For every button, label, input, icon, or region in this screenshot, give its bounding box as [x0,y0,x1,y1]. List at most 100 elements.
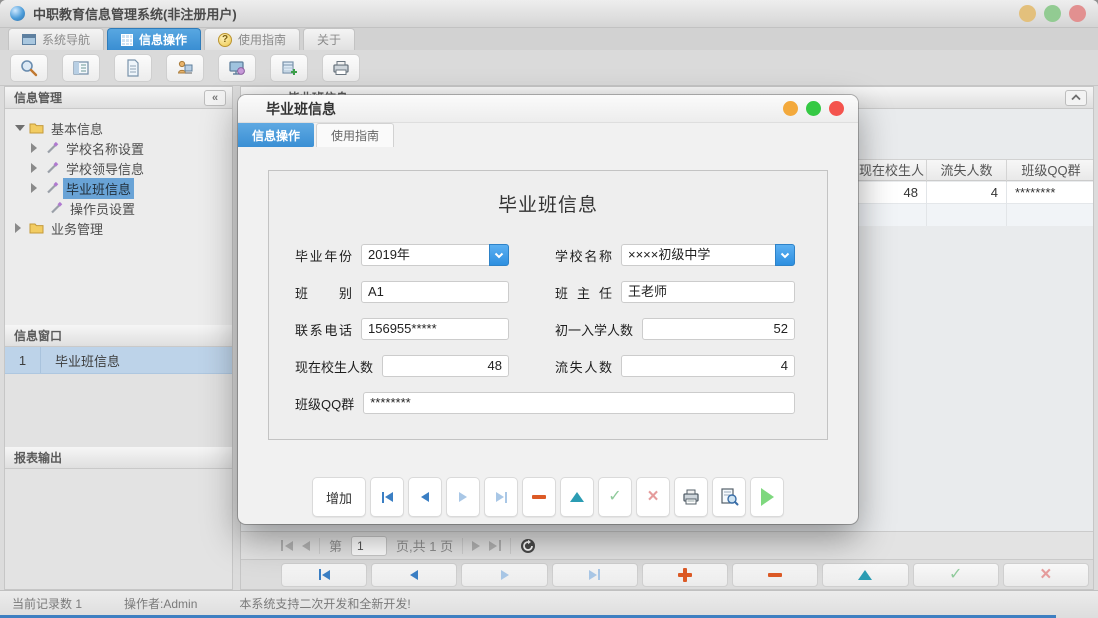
record-next-button[interactable] [461,563,547,587]
column-header[interactable]: 班级QQ群 [1006,160,1093,182]
sidebar-header-info-window: 信息窗口 [5,325,232,347]
operator-button[interactable] [166,54,204,82]
expander-right-icon[interactable] [15,223,27,233]
grid-icon [121,34,133,46]
tab-user-guide[interactable]: 使用指南 [204,28,300,50]
dialog-maximize-button[interactable] [806,101,821,116]
tree-item-business-manage[interactable]: 业务管理 [5,218,232,238]
expander-right-icon[interactable] [31,143,43,153]
tree-item-basic-info[interactable]: 基本信息 [5,118,232,138]
contact-phone-input[interactable]: 156955***** [361,318,509,340]
close-button[interactable] [1069,5,1086,22]
column-header[interactable]: 现在校生人 [856,160,926,182]
tab-about[interactable]: 关于 [303,28,355,50]
list-item[interactable]: 1 毕业班信息 [5,347,232,374]
field-school-name: 学校名称 ××××初级中学 [555,243,795,267]
last-record-icon [589,570,597,580]
record-cancel-button[interactable] [1003,563,1089,587]
post-button[interactable] [598,477,632,517]
record-first-button[interactable] [281,563,367,587]
cancel-button[interactable] [636,477,670,517]
divider [510,538,511,554]
tab-label: 使用指南 [331,127,379,144]
status-bar: 当前记录数 1 操作者:Admin 本系统支持二次开发和全新开发! [0,590,1098,618]
minimize-button[interactable] [1019,5,1036,22]
dropdown-button[interactable] [775,244,795,266]
dialog-close-button[interactable] [829,101,844,116]
panel-collapse-button[interactable] [1065,90,1087,106]
next-page-button[interactable] [472,541,480,551]
next-record-button[interactable] [446,477,480,517]
wand-icon [45,161,59,175]
lost-count-input[interactable]: 4 [621,355,795,377]
wand-icon [45,141,59,155]
search-button[interactable] [10,54,48,82]
current-count-input[interactable]: 48 [382,355,509,377]
document-button[interactable] [114,54,152,82]
first-record-button[interactable] [370,477,404,517]
field-head-teacher: 班 主 任 王老师 [555,280,795,304]
dropdown-button[interactable] [489,244,509,266]
database-add-icon [280,59,298,77]
field-label: 学校名称 [555,246,612,265]
record-last-button[interactable] [552,563,638,587]
data-list-button[interactable] [62,54,100,82]
dialog-tab-info-operation[interactable]: 信息操作 [238,123,314,147]
tree-label-selected: 毕业班信息 [63,178,134,199]
first-page-button[interactable] [281,540,293,551]
form-panel: 毕业班信息 毕业年份 2019年 学校名称 ××××初级中学 班 别 A1 [268,170,828,440]
last-page-icon [489,541,497,551]
printer-button[interactable] [322,54,360,82]
prev-page-button[interactable] [302,541,310,551]
expander-down-icon[interactable] [15,125,27,131]
dialog-minimize-button[interactable] [783,101,798,116]
record-count-text: 当前记录数 1 [12,595,82,612]
field-label: 现在校生人数 [295,357,373,376]
qq-group-input[interactable]: ******** [363,392,795,414]
record-prev-button[interactable] [371,563,457,587]
edit-icon [858,570,872,580]
title-bar: 中职教育信息管理系统(非注册用户) [0,0,1098,28]
enrolled-count-input[interactable]: 52 [642,318,795,340]
tab-info-operation[interactable]: 信息操作 [107,28,201,50]
maximize-button[interactable] [1044,5,1061,22]
tree-item-school-leader[interactable]: 学校领导信息 [5,158,232,178]
last-page-button[interactable] [489,540,501,551]
record-delete-button[interactable] [732,563,818,587]
app-logo-icon [10,6,25,21]
page-number-input[interactable] [351,536,387,556]
class-name-input[interactable]: A1 [361,281,509,303]
preview-button[interactable] [712,477,746,517]
school-name-combo[interactable]: ××××初级中学 [621,244,795,266]
database-add-button[interactable] [270,54,308,82]
dialog-tab-user-guide[interactable]: 使用指南 [316,123,394,147]
record-add-button[interactable] [642,563,728,587]
expander-right-icon[interactable] [31,163,43,173]
record-edit-button[interactable] [822,563,908,587]
print-button[interactable] [674,477,708,517]
chevron-down-icon [780,252,790,259]
edit-button[interactable] [560,477,594,517]
row-label: 毕业班信息 [41,351,120,370]
monitor-button[interactable] [218,54,256,82]
execute-button[interactable] [750,477,784,517]
last-record-button[interactable] [484,477,518,517]
refresh-button[interactable] [520,538,536,554]
column-header[interactable]: 流失人数 [926,160,1006,182]
tree-item-graduating-class[interactable]: 毕业班信息 [5,178,232,198]
expander-right-icon[interactable] [31,183,43,193]
x-icon [647,487,658,507]
prev-record-button[interactable] [408,477,442,517]
delete-button[interactable] [522,477,556,517]
graduation-year-combo[interactable]: 2019年 [361,244,509,266]
chevron-up-icon [1071,94,1081,101]
tree-item-school-name[interactable]: 学校名称设置 [5,138,232,158]
head-teacher-input[interactable]: 王老师 [621,281,795,303]
record-post-button[interactable] [913,563,999,587]
add-button[interactable]: 增加 [312,477,366,517]
tab-label: 信息操作 [139,31,187,48]
tree-item-operator-setting[interactable]: 操作员设置 [5,198,232,218]
tab-system-nav[interactable]: 系统导航 [8,28,104,50]
sidebar-collapse-button[interactable]: « [204,90,226,106]
field-label: 联系电话 [295,320,352,339]
